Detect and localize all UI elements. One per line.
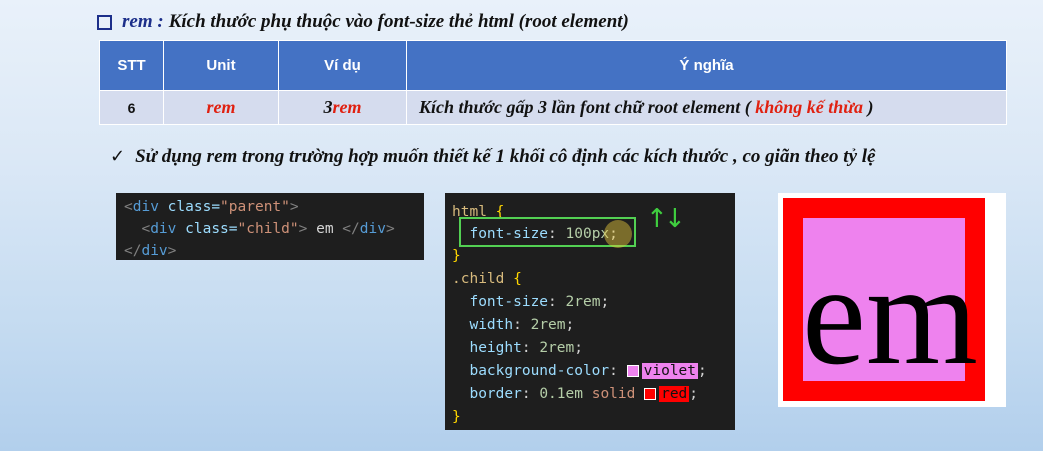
color-swatch[interactable] bbox=[644, 388, 657, 400]
example-number: 3 bbox=[323, 97, 333, 117]
code-line: } bbox=[452, 248, 461, 264]
code-line: width: 2rem; bbox=[469, 317, 575, 333]
example-unit: rem bbox=[332, 97, 362, 117]
code-line: border: 0.1em solid red; bbox=[469, 386, 699, 402]
header-example: Ví dụ bbox=[278, 40, 407, 91]
heading-text: Kích thước phụ thuộc vào font-size thẻ h… bbox=[168, 11, 629, 32]
code-line: } bbox=[452, 409, 461, 425]
code-line: <div class="parent"> bbox=[124, 199, 299, 215]
code-line: height: 2rem; bbox=[469, 340, 583, 356]
cell-meaning: Kích thước gấp 3 lần font chữ root eleme… bbox=[406, 90, 1007, 125]
bullet-point: ✓ Sử dụng rem trong trường hợp muốn thiết… bbox=[110, 146, 875, 168]
units-table: STT Unit Ví dụ Ý nghĩa 6 rem 3rem Kích t… bbox=[99, 40, 1007, 125]
meaning-end: ) bbox=[863, 97, 874, 117]
heading-keyword: rem : bbox=[122, 11, 164, 32]
header-stt: STT bbox=[99, 40, 164, 91]
header-unit: Unit bbox=[163, 40, 279, 91]
html-code-panel: <div class="parent"> <div class="child">… bbox=[116, 193, 424, 260]
table-header-row: STT Unit Ví dụ Ý nghĩa bbox=[99, 40, 1007, 91]
arrow-down-icon: ↓ bbox=[664, 204, 686, 234]
cursor-highlight bbox=[604, 220, 632, 248]
cell-unit: rem bbox=[163, 90, 279, 125]
code-line: .child { bbox=[452, 271, 522, 287]
code-line: background-color: violet; bbox=[469, 363, 707, 379]
color-swatch[interactable] bbox=[626, 365, 639, 377]
preview-text: em bbox=[802, 236, 978, 395]
table-row: 6 rem 3rem Kích thước gấp 3 lần font chữ… bbox=[99, 90, 1007, 125]
section-heading: rem : Kích thước phụ thuộc vào font-size… bbox=[97, 9, 629, 35]
bullet-text: Sử dụng rem trong trường hợp muốn thiết … bbox=[135, 146, 876, 167]
meaning-highlight: không kế thừa bbox=[750, 97, 864, 117]
code-line: </div> bbox=[124, 243, 177, 259]
meaning-text: Kích thước gấp 3 lần font chữ root eleme… bbox=[419, 97, 751, 117]
cell-stt: 6 bbox=[99, 90, 164, 125]
code-line: <div class="child"> em </div> bbox=[141, 221, 395, 237]
checkbox-square-icon bbox=[97, 14, 112, 30]
header-meaning: Ý nghĩa bbox=[406, 40, 1007, 91]
code-line: font-size: 2rem; bbox=[469, 294, 610, 310]
check-icon: ✓ bbox=[110, 146, 126, 167]
cell-example: 3rem bbox=[278, 90, 407, 125]
